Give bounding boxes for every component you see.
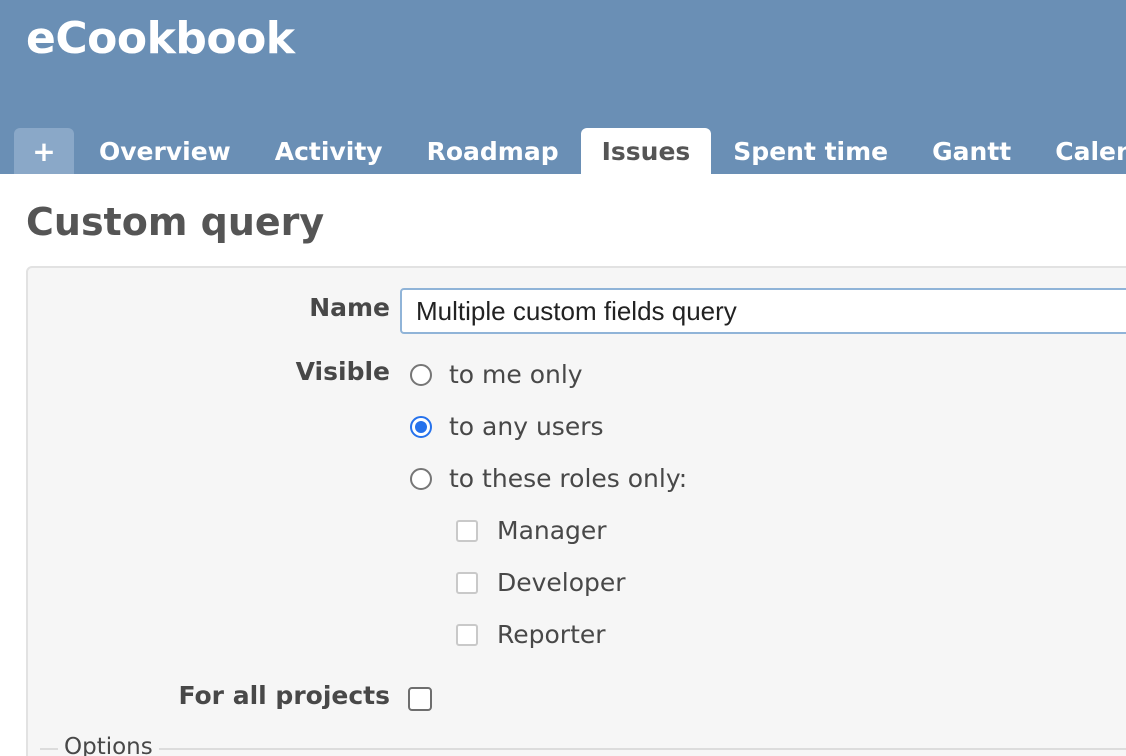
visibility-label-me-only: to me only [449,360,583,389]
role-label-developer: Developer [497,568,626,597]
visibility-label-any-users: to any users [449,412,604,441]
all-projects-label: For all projects [178,681,390,710]
main-menu-tabs: + Overview Activity Roadmap Issues Spent… [14,128,1126,174]
visibility-label-roles: to these roles only: [449,464,688,493]
tab-activity[interactable]: Activity [253,128,405,174]
name-input[interactable] [400,288,1126,334]
app-title[interactable]: eCookbook [26,10,295,68]
role-checkbox-reporter[interactable] [456,623,478,646]
tab-gantt[interactable]: Gantt [910,128,1033,174]
visible-label: Visible [295,357,390,386]
visibility-option-any-users[interactable]: to any users [410,412,604,441]
app-window: eCookbook + Overview Activity Roadmap Is… [0,0,1126,756]
role-checkbox-developer[interactable] [456,571,478,594]
tab-overview[interactable]: Overview [77,128,253,174]
new-object-button[interactable]: + [14,128,74,174]
page-title: Custom query [26,200,325,244]
all-projects-option[interactable] [408,687,451,711]
visibility-option-me-only[interactable]: to me only [410,360,583,389]
name-label: Name [309,293,390,322]
role-option-manager[interactable]: Manager [456,516,607,545]
all-projects-checkbox[interactable] [408,687,432,711]
role-checkbox-manager[interactable] [456,519,478,542]
header: eCookbook + Overview Activity Roadmap Is… [0,0,1126,174]
options-legend[interactable]: Options [58,734,159,756]
visibility-radio-me-only[interactable] [410,363,432,386]
visibility-radio-roles[interactable] [410,467,432,490]
tab-spent-time[interactable]: Spent time [711,128,910,174]
visibility-option-roles[interactable]: to these roles only: [410,464,687,493]
visibility-radio-any-users[interactable] [410,415,432,438]
tab-issues[interactable]: Issues [580,128,712,174]
role-option-developer[interactable]: Developer [456,568,626,597]
role-option-reporter[interactable]: Reporter [456,620,606,649]
role-label-reporter: Reporter [497,620,606,649]
tab-roadmap[interactable]: Roadmap [405,128,581,174]
tab-calendar[interactable]: Calenda [1033,128,1126,174]
role-label-manager: Manager [497,516,607,545]
options-fieldset-border [40,748,1126,750]
